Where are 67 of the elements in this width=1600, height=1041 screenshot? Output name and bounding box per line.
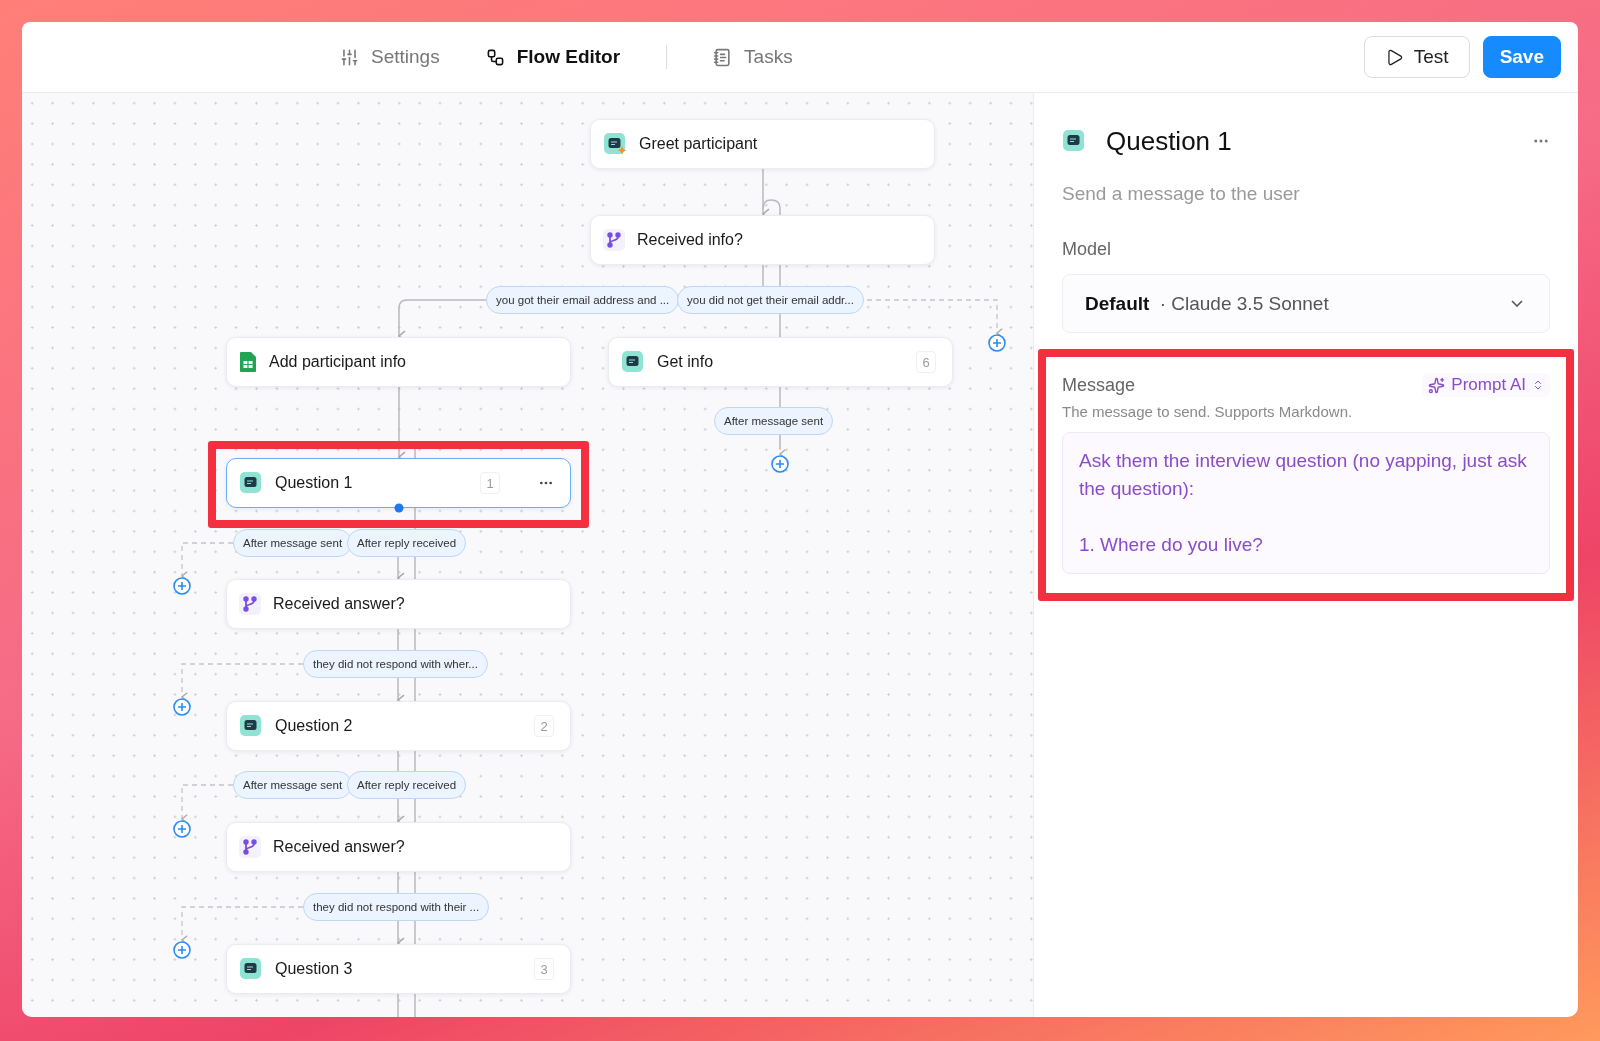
step-number: 3 <box>534 958 554 980</box>
step-number: 2 <box>534 715 554 737</box>
flow-node[interactable]: Add participant info <box>226 337 571 387</box>
chat-icon <box>621 350 645 374</box>
edge-label[interactable]: you got their email address and ... <box>486 286 680 314</box>
add-step-icon[interactable] <box>988 334 1006 352</box>
flow-node[interactable]: Received answer? <box>226 822 571 872</box>
node-title: Question 1 <box>275 474 353 492</box>
chat-icon <box>1062 129 1086 153</box>
add-step-icon[interactable] <box>173 941 191 959</box>
node-title: Received answer? <box>273 595 405 613</box>
flow-node[interactable]: Question 2 2 <box>226 701 571 751</box>
up-down-icon <box>1532 379 1544 391</box>
nav-tab[interactable]: Flow Editor <box>485 40 621 74</box>
node-title: Question 3 <box>275 960 353 978</box>
field-hint: The message to send. Supports Markdown. <box>1062 403 1354 420</box>
node-title: Add participant info <box>269 353 406 371</box>
flow-node[interactable]: Question 3 3 <box>226 944 571 994</box>
nav-tab[interactable]: Settings <box>340 40 440 74</box>
add-step-icon[interactable] <box>173 820 191 838</box>
branch-icon <box>239 836 261 858</box>
flow-node[interactable]: Question 1 1 <box>226 458 571 508</box>
edge-label[interactable]: After reply received <box>347 771 467 799</box>
edge-label[interactable]: After reply received <box>347 529 467 557</box>
chat-icon <box>239 957 263 981</box>
connection-handle-icon[interactable] <box>394 503 404 513</box>
connector-line <box>397 993 399 1017</box>
panel-title: Question 1 <box>1106 125 1232 157</box>
edge-label[interactable]: they did not respond with wher... <box>303 650 488 678</box>
flow-icon <box>485 47 505 67</box>
chat-icon <box>239 471 263 495</box>
chevron-down-icon <box>1511 300 1523 307</box>
connector-line <box>181 784 234 824</box>
sparkle-icon <box>1428 376 1446 394</box>
field-label: Model <box>1062 239 1113 260</box>
node-title: Received answer? <box>273 838 405 856</box>
step-number: 1 <box>480 472 500 494</box>
spreadsheet-icon <box>239 351 257 373</box>
nav-tab[interactable]: Tasks <box>713 40 793 74</box>
add-step-icon[interactable] <box>771 455 789 473</box>
chat-icon <box>239 714 263 738</box>
edge-label[interactable]: they did not respond with their ... <box>303 893 490 921</box>
branch-icon <box>239 593 261 615</box>
test-button[interactable]: Test <box>1363 36 1470 78</box>
message-input-field[interactable]: Ask them the interview question (no yapping, just ask the question): 1. Where do you live? <box>1062 432 1550 574</box>
chat-sparkle-icon <box>603 132 627 156</box>
sliders-icon <box>340 47 359 67</box>
branch-icon <box>603 229 625 251</box>
edge-label[interactable]: After message sent <box>714 407 834 435</box>
node-title: Get info <box>657 353 714 371</box>
node-title: Question 2 <box>275 717 353 735</box>
notebook-icon <box>713 47 733 67</box>
flow-node[interactable]: Get info 6 <box>608 337 953 387</box>
step-number: 6 <box>916 351 936 373</box>
panel-subtitle: Send a message to the user <box>1062 183 1301 205</box>
prompt-ai-button[interactable]: Prompt AI <box>1422 373 1550 397</box>
node-title: Received info? <box>637 231 743 249</box>
field-label: Message <box>1062 374 1136 396</box>
add-step-icon[interactable] <box>173 698 191 716</box>
flow-node[interactable]: Greet participant <box>590 119 935 169</box>
node-title: Greet participant <box>639 135 758 153</box>
add-step-icon[interactable] <box>173 577 191 595</box>
connector-line <box>181 542 234 581</box>
flow-node[interactable]: Received info? <box>590 215 935 265</box>
flow-node[interactable]: Received answer? <box>226 579 571 629</box>
edge-label[interactable]: you did not get their email addr... <box>677 286 864 314</box>
model-select[interactable]: Default · Claude 3.5 Sonnet <box>1062 274 1550 333</box>
